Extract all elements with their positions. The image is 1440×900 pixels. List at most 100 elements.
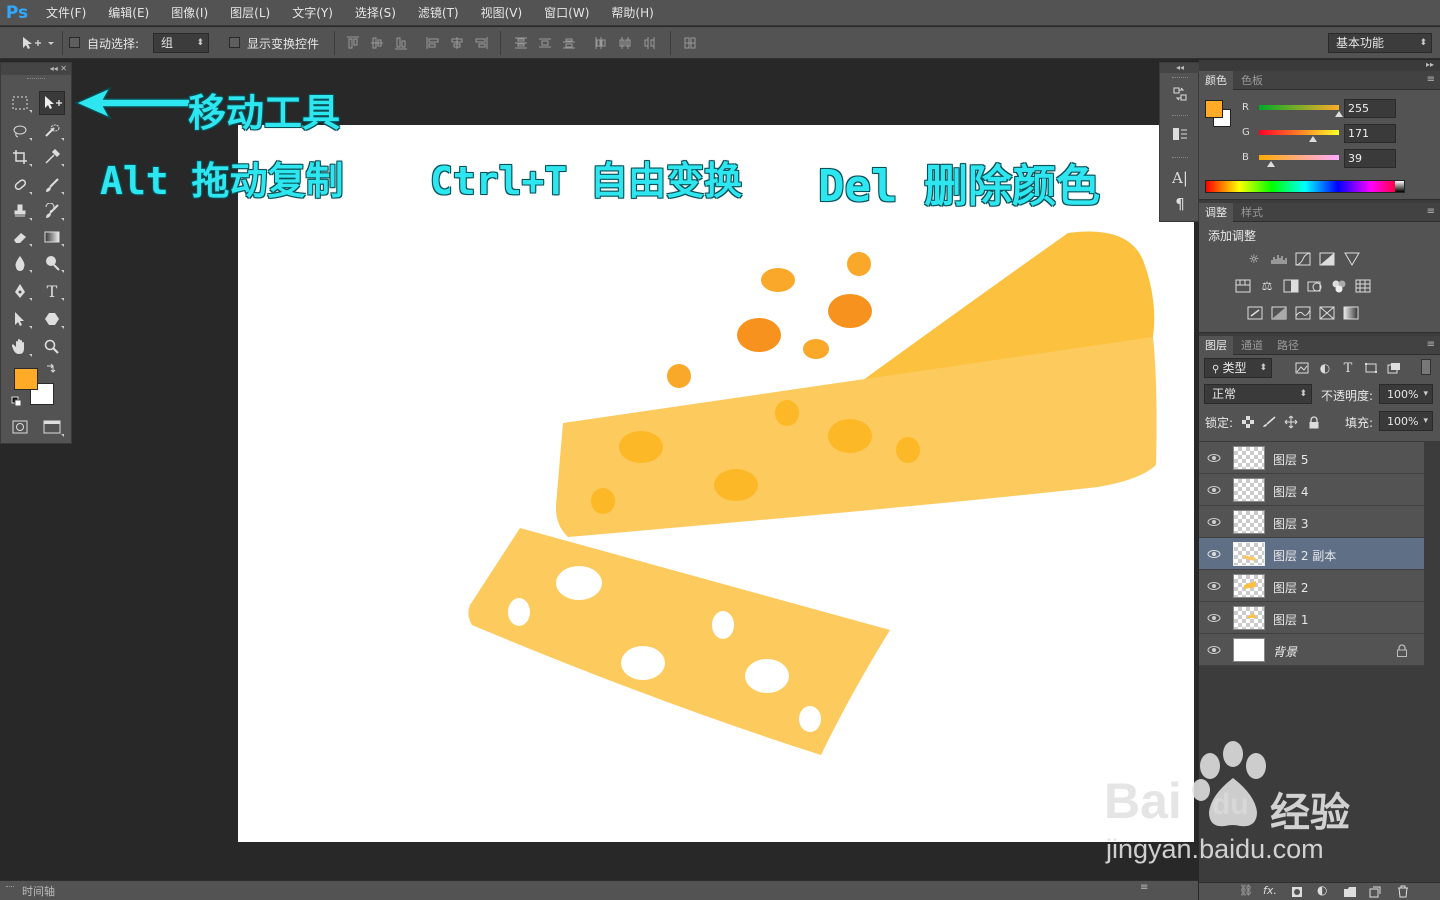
workspace-dropdown[interactable]: 基本功能 ⬍: [1328, 33, 1432, 53]
show-transform-checkbox[interactable]: [229, 37, 240, 48]
align-vcenter-icon[interactable]: [370, 36, 384, 50]
history-brush-tool-icon[interactable]: [39, 199, 65, 223]
panel-grip[interactable]: [6, 886, 14, 894]
levels-icon[interactable]: [1271, 252, 1287, 266]
align-right-icon[interactable]: [474, 36, 488, 50]
channel-mixer-icon[interactable]: [1331, 279, 1347, 293]
blue-slider-track[interactable]: [1259, 155, 1339, 160]
dodge-tool-icon[interactable]: [39, 251, 65, 275]
menu-window[interactable]: 窗口(W): [532, 0, 599, 26]
move-tool-preset-icon[interactable]: [20, 35, 54, 51]
default-colors-icon[interactable]: [11, 396, 23, 408]
timeline-label[interactable]: 时间轴: [22, 883, 55, 899]
distribute-top-icon[interactable]: [514, 36, 528, 50]
color-balance-icon[interactable]: ⚖: [1259, 279, 1275, 293]
align-top-icon[interactable]: [346, 36, 360, 50]
tab-layers[interactable]: 图层: [1199, 336, 1233, 355]
visibility-eye-icon[interactable]: [1207, 483, 1221, 497]
layer-style-icon[interactable]: fx.: [1263, 884, 1277, 897]
filter-adjustment-icon[interactable]: ◐: [1317, 361, 1333, 375]
brush-tool-icon[interactable]: [39, 173, 65, 197]
posterize-icon[interactable]: [1271, 306, 1287, 320]
zoom-tool-icon[interactable]: [39, 335, 65, 359]
panel-grip[interactable]: [27, 78, 45, 80]
paragraph-panel-icon[interactable]: ¶: [1171, 195, 1189, 213]
menu-layer[interactable]: 图层(L): [218, 0, 280, 26]
align-left-icon[interactable]: [426, 36, 440, 50]
character-panel-icon[interactable]: A|: [1171, 169, 1189, 187]
invert-icon[interactable]: [1247, 306, 1263, 320]
green-value-field[interactable]: 171: [1344, 124, 1396, 143]
spectrum-bw-ramp[interactable]: [1395, 181, 1404, 192]
visibility-eye-icon[interactable]: [1207, 611, 1221, 625]
type-tool-icon[interactable]: T: [39, 279, 65, 303]
blur-tool-icon[interactable]: [7, 251, 33, 275]
tab-swatches[interactable]: 色板: [1235, 71, 1269, 90]
new-layer-icon[interactable]: [1369, 886, 1381, 898]
layer-filter-dropdown[interactable]: ⚲ 类型 ⬍: [1204, 358, 1272, 378]
foreground-color-swatch-top[interactable]: [14, 368, 38, 390]
crop-tool-icon[interactable]: [7, 145, 33, 169]
gradient-map-icon[interactable]: [1343, 306, 1359, 320]
auto-select-checkbox[interactable]: [69, 37, 80, 48]
blend-mode-dropdown[interactable]: 正常 ⬍: [1204, 384, 1312, 404]
menu-file[interactable]: 文件(F): [34, 0, 96, 26]
distribute-bottom-icon[interactable]: [562, 36, 576, 50]
green-slider-track[interactable]: [1259, 130, 1339, 135]
eyedropper-tool-icon[interactable]: [39, 145, 65, 169]
panel-menu-icon[interactable]: ≡: [1140, 882, 1148, 893]
layer-row[interactable]: 图层 1: [1199, 602, 1424, 634]
red-slider-track[interactable]: [1259, 105, 1339, 110]
hue-saturation-icon[interactable]: [1235, 279, 1251, 293]
new-group-icon[interactable]: [1343, 886, 1357, 898]
quick-mask-icon[interactable]: [7, 415, 33, 439]
add-mask-icon[interactable]: [1291, 886, 1303, 898]
healing-brush-tool-icon[interactable]: [7, 173, 33, 197]
tab-channels[interactable]: 通道: [1235, 336, 1269, 355]
tab-paths[interactable]: 路径: [1271, 336, 1305, 355]
distribute-right-icon[interactable]: [642, 36, 656, 50]
align-hcenter-icon[interactable]: [450, 36, 464, 50]
link-layers-icon[interactable]: ⛓: [1239, 884, 1253, 897]
menu-help[interactable]: 帮助(H): [599, 0, 663, 26]
auto-align-icon[interactable]: [684, 36, 698, 50]
filter-pixel-icon[interactable]: [1294, 361, 1310, 375]
red-slider-thumb[interactable]: [1335, 111, 1343, 117]
lock-image-icon[interactable]: [1261, 415, 1277, 429]
strip-header[interactable]: ◂◂: [1160, 63, 1200, 73]
vibrance-icon[interactable]: [1344, 252, 1360, 266]
move-tool-icon[interactable]: [39, 91, 65, 115]
lock-all-icon[interactable]: [1306, 415, 1322, 429]
red-value-field[interactable]: 255: [1344, 99, 1396, 118]
tab-adjustments[interactable]: 调整: [1199, 203, 1233, 222]
green-slider-thumb[interactable]: [1309, 136, 1317, 142]
layer-row[interactable]: 背景: [1199, 634, 1424, 666]
threshold-icon[interactable]: [1295, 306, 1311, 320]
dock-header[interactable]: ▸▸: [1199, 60, 1440, 70]
shape-tool-icon[interactable]: [39, 307, 65, 331]
color-spectrum-bar[interactable]: [1205, 180, 1405, 193]
filter-smart-object-icon[interactable]: [1386, 361, 1402, 375]
gradient-tool-icon[interactable]: [39, 225, 65, 249]
filter-toggle[interactable]: [1421, 359, 1431, 375]
distribute-hcenter-icon[interactable]: [618, 36, 632, 50]
distribute-vcenter-icon[interactable]: [538, 36, 552, 50]
visibility-eye-icon[interactable]: [1207, 515, 1221, 529]
panel-menu-icon[interactable]: ≡: [1427, 74, 1435, 85]
eraser-tool-icon[interactable]: [7, 225, 33, 249]
layers-scrollbar[interactable]: [1424, 442, 1440, 882]
pen-tool-icon[interactable]: [7, 279, 33, 303]
path-selection-tool-icon[interactable]: [7, 307, 33, 331]
panel-menu-icon[interactable]: ≡: [1427, 339, 1435, 350]
selective-color-icon[interactable]: [1319, 306, 1335, 320]
visibility-eye-icon[interactable]: [1207, 643, 1221, 657]
curves-icon[interactable]: [1295, 252, 1311, 266]
visibility-eye-icon[interactable]: [1207, 547, 1221, 561]
history-panel-icon[interactable]: [1171, 85, 1189, 103]
layer-row[interactable]: 图层 2: [1199, 570, 1424, 602]
hand-tool-icon[interactable]: [7, 335, 33, 359]
clone-stamp-tool-icon[interactable]: [7, 199, 33, 223]
opacity-field[interactable]: 100% ▾: [1379, 384, 1433, 404]
properties-panel-icon[interactable]: [1171, 125, 1189, 143]
menu-type[interactable]: 文字(Y): [280, 0, 343, 26]
